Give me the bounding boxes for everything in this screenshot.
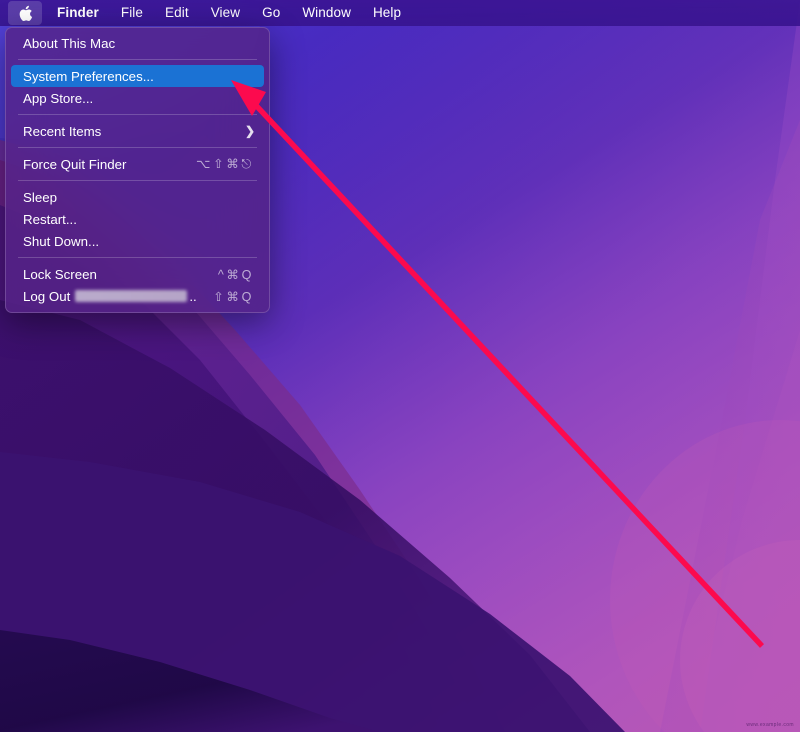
- menu-bar: Finder File Edit View Go Window Help: [0, 0, 800, 26]
- menu-item-recent-items[interactable]: Recent Items ❯: [11, 120, 264, 142]
- menu-item-label: App Store...: [23, 90, 94, 106]
- menu-item-label: Lock Screen: [23, 266, 97, 282]
- menu-item-label: Force Quit Finder: [23, 156, 127, 172]
- menu-item-label: Log Out: [23, 288, 71, 304]
- menu-bar-item-help[interactable]: Help: [362, 1, 412, 25]
- apple-dropdown-menu: About This Mac System Preferences... App…: [5, 27, 270, 313]
- menu-item-restart[interactable]: Restart...: [11, 208, 264, 230]
- menu-item-shut-down[interactable]: Shut Down...: [11, 230, 264, 252]
- menu-item-about-this-mac[interactable]: About This Mac: [11, 32, 264, 54]
- menu-separator: [18, 257, 257, 258]
- menu-item-shortcut: ⇧⌘Q: [213, 289, 254, 304]
- redacted-username: [75, 290, 188, 302]
- menu-bar-item-edit[interactable]: Edit: [154, 1, 200, 25]
- menu-item-lock-screen[interactable]: Lock Screen ^⌘Q: [11, 263, 264, 285]
- menu-item-force-quit-finder[interactable]: Force Quit Finder ⌥⇧⌘⎋: [11, 153, 264, 175]
- menu-item-label: Recent Items: [23, 123, 102, 139]
- menu-bar-item-file[interactable]: File: [110, 1, 154, 25]
- menu-item-label: Shut Down...: [23, 233, 100, 249]
- menu-item-system-preferences[interactable]: System Preferences...: [11, 65, 264, 87]
- watermark: www.example.com: [746, 722, 794, 728]
- menu-item-label: Sleep: [23, 189, 58, 205]
- chevron-right-icon: ❯: [244, 124, 255, 138]
- menu-bar-item-view[interactable]: View: [200, 1, 251, 25]
- menu-item-shortcut: ⌥⇧⌘⎋: [195, 157, 254, 171]
- apple-logo-icon: [18, 5, 33, 22]
- menu-bar-item-window[interactable]: Window: [291, 1, 362, 25]
- menu-separator: [18, 114, 257, 115]
- menu-item-sleep[interactable]: Sleep: [11, 186, 264, 208]
- menu-item-label: System Preferences...: [23, 68, 154, 84]
- menu-separator: [18, 147, 257, 148]
- menu-separator: [18, 59, 257, 60]
- menu-item-shortcut: ^⌘Q: [217, 267, 254, 282]
- menu-item-log-out[interactable]: Log Out .. ⇧⌘Q: [11, 285, 264, 307]
- menu-separator: [18, 180, 257, 181]
- menu-item-trailing-dots: ..: [189, 288, 197, 304]
- menu-item-app-store[interactable]: App Store...: [11, 87, 264, 109]
- apple-menu-button[interactable]: [8, 1, 42, 25]
- menu-bar-item-finder[interactable]: Finder: [46, 1, 110, 25]
- menu-item-label: Restart...: [23, 211, 77, 227]
- menu-item-label: About This Mac: [23, 35, 116, 51]
- menu-bar-item-go[interactable]: Go: [251, 1, 291, 25]
